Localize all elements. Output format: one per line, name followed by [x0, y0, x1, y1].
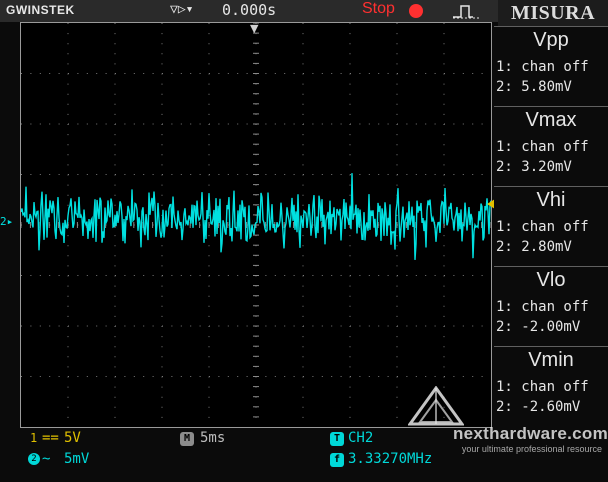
measure-ch2-value: 2: -2.60mV — [496, 399, 581, 415]
measure-title: Vpp — [533, 29, 569, 51]
ch1-dc-coupling-icon: == — [42, 430, 59, 446]
ch2-ground-marker: 2▸ — [0, 215, 14, 228]
measure-title: Vhi — [536, 189, 566, 211]
trigger-position-icon: ▽▷▾ — [170, 2, 194, 17]
timebase-value: 5ms — [200, 430, 226, 446]
measurement-panel: Vpp 1: chan off 2: 5.80mV Vmax 1: chan o… — [494, 26, 608, 426]
measure-title: Vmax — [525, 109, 577, 131]
frequency-value: 3.33270MHz — [348, 451, 433, 467]
trigger-source: CH2 — [348, 430, 374, 446]
measure-ch1-value: 1: chan off — [496, 219, 589, 235]
measure-ch2-value: 2: 3.20mV — [496, 159, 572, 175]
measure-ch2-value: 2: -2.00mV — [496, 319, 581, 335]
ch1-number: 1 — [30, 431, 38, 445]
horizontal-position-readout: 0.000s — [222, 1, 277, 19]
brand-logo: GWINSTEK — [6, 3, 75, 17]
ch2-number-icon: 2 — [28, 453, 40, 465]
measure-vmin[interactable]: Vmin 1: chan off 2: -2.60mV — [494, 346, 608, 424]
measure-title: Vlo — [536, 269, 566, 291]
measure-ch2-value: 2: 2.80mV — [496, 239, 572, 255]
timebase-icon: M — [180, 432, 194, 446]
measure-ch1-value: 1: chan off — [496, 59, 589, 75]
frequency-icon: f — [330, 453, 344, 467]
ch2-vertical-scale: 5mV — [64, 451, 90, 467]
measure-ch2-value: 2: 5.80mV — [496, 79, 572, 95]
run-status-label: Stop — [362, 0, 395, 17]
trigger-position-marker: ▼ — [250, 22, 259, 35]
menu-title: MISURA — [498, 0, 608, 26]
stop-indicator-icon — [409, 4, 423, 18]
waveform-display — [20, 22, 492, 428]
measure-ch1-value: 1: chan off — [496, 379, 589, 395]
trigger-icon: T — [330, 432, 344, 446]
ch1-vertical-scale: 5V — [64, 430, 81, 446]
measure-ch1-value: 1: chan off — [496, 299, 589, 315]
measure-vlo[interactable]: Vlo 1: chan off 2: -2.00mV — [494, 266, 608, 344]
graticule — [21, 23, 491, 427]
measure-vhi[interactable]: Vhi 1: chan off 2: 2.80mV — [494, 186, 608, 264]
measure-title: Vmin — [528, 349, 574, 371]
measure-vmax[interactable]: Vmax 1: chan off 2: 3.20mV — [494, 106, 608, 184]
measure-ch1-value: 1: chan off — [496, 139, 589, 155]
rising-edge-icon — [453, 5, 481, 19]
bottom-status-bar: 1 == 5V 2 ~ 5mV M 5ms T CH2 f 3.33270MHz — [0, 428, 608, 482]
measure-vpp[interactable]: Vpp 1: chan off 2: 5.80mV — [494, 26, 608, 104]
ch2-ac-coupling-icon: ~ — [42, 451, 51, 467]
ch2-trace — [21, 173, 491, 260]
